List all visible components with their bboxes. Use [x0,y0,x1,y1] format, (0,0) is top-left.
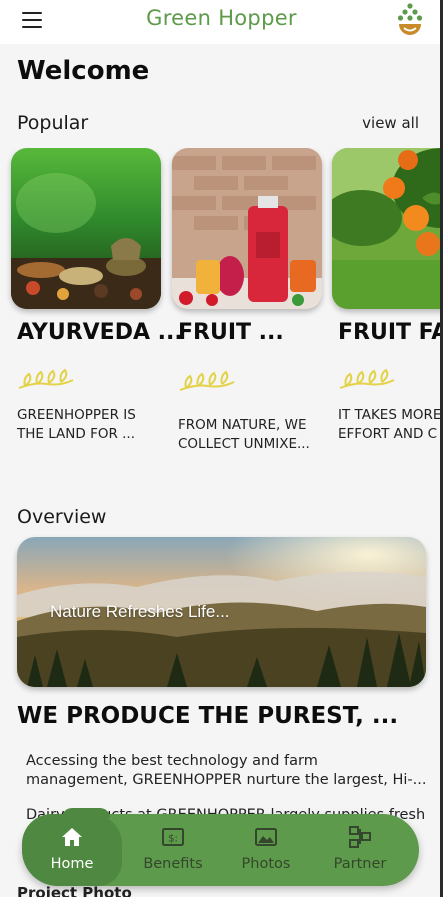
card-desc-line: THE LAND FOR ... [17,426,136,442]
welcome-heading: Welcome [17,56,150,86]
nav-home[interactable]: Home [22,808,122,886]
active-indicator [62,808,110,818]
leaf-divider-icon [179,370,235,391]
nav-photos[interactable]: Photos [221,814,311,886]
overview-headline: WE PRODUCE THE PUREST, ... [17,703,399,729]
nav-label: Partner [333,856,387,872]
bottom-navigation: Home $: Benefits Photos Partner [22,808,419,886]
overview-caption: Nature Refreshes Life... [50,602,230,621]
nav-label: Home [50,856,94,872]
nav-label: Photos [241,856,291,872]
nav-partner[interactable]: Partner [315,814,405,886]
overview-heading: Overview [17,506,107,528]
popular-card-ayurveda[interactable]: AYURVEDA ... GREENHOPPER IS THE LAND FOR… [11,148,183,442]
nav-benefits[interactable]: $: Benefits [128,814,218,886]
card-desc-line: GREENHOPPER IS [17,407,136,423]
card-desc-line: IT TAKES MORE [338,407,442,423]
popular-card-fruit-farm[interactable]: FRUIT FAR IT TAKES MORE EFFORT AND C [332,148,443,442]
money-icon: $: [162,828,184,846]
card-title: FRUIT FAR [338,320,443,345]
ayurveda-image [11,148,161,309]
nav-label: Benefits [143,856,203,872]
svg-text:$:: $: [168,834,178,845]
leaf-divider-icon [18,368,74,389]
card-title: FRUIT ... [178,320,284,345]
app-title: Green Hopper [146,6,297,30]
view-all-link[interactable]: view all [362,114,419,132]
network-icon [349,826,371,848]
overview-paragraph-line: management, GREENHOPPER nurture the larg… [26,772,426,788]
home-icon [62,828,82,846]
app-bar: Green Hopper [0,0,443,44]
image-icon [255,828,277,846]
popular-heading: Popular [17,112,89,134]
fruit-juice-image [172,148,322,309]
card-desc-line: COLLECT UNMIXE... [178,436,310,452]
leaf-divider-icon [339,368,395,389]
logo-icon [397,3,423,35]
overview-banner[interactable]: Nature Refreshes Life... [17,537,426,687]
card-desc-line: EFFORT AND C [338,426,438,442]
overview-paragraph-line: Accessing the best technology and farm [26,753,318,769]
fruit-farm-image [332,148,443,309]
card-desc-line: FROM NATURE, WE [178,417,307,433]
popular-carousel[interactable]: AYURVEDA ... GREENHOPPER IS THE LAND FOR… [0,148,443,468]
popular-card-fruit[interactable]: FRUIT ... FROM NATURE, WE COLLECT UNMIXE… [172,148,322,452]
card-title: AYURVEDA ... [17,320,183,345]
